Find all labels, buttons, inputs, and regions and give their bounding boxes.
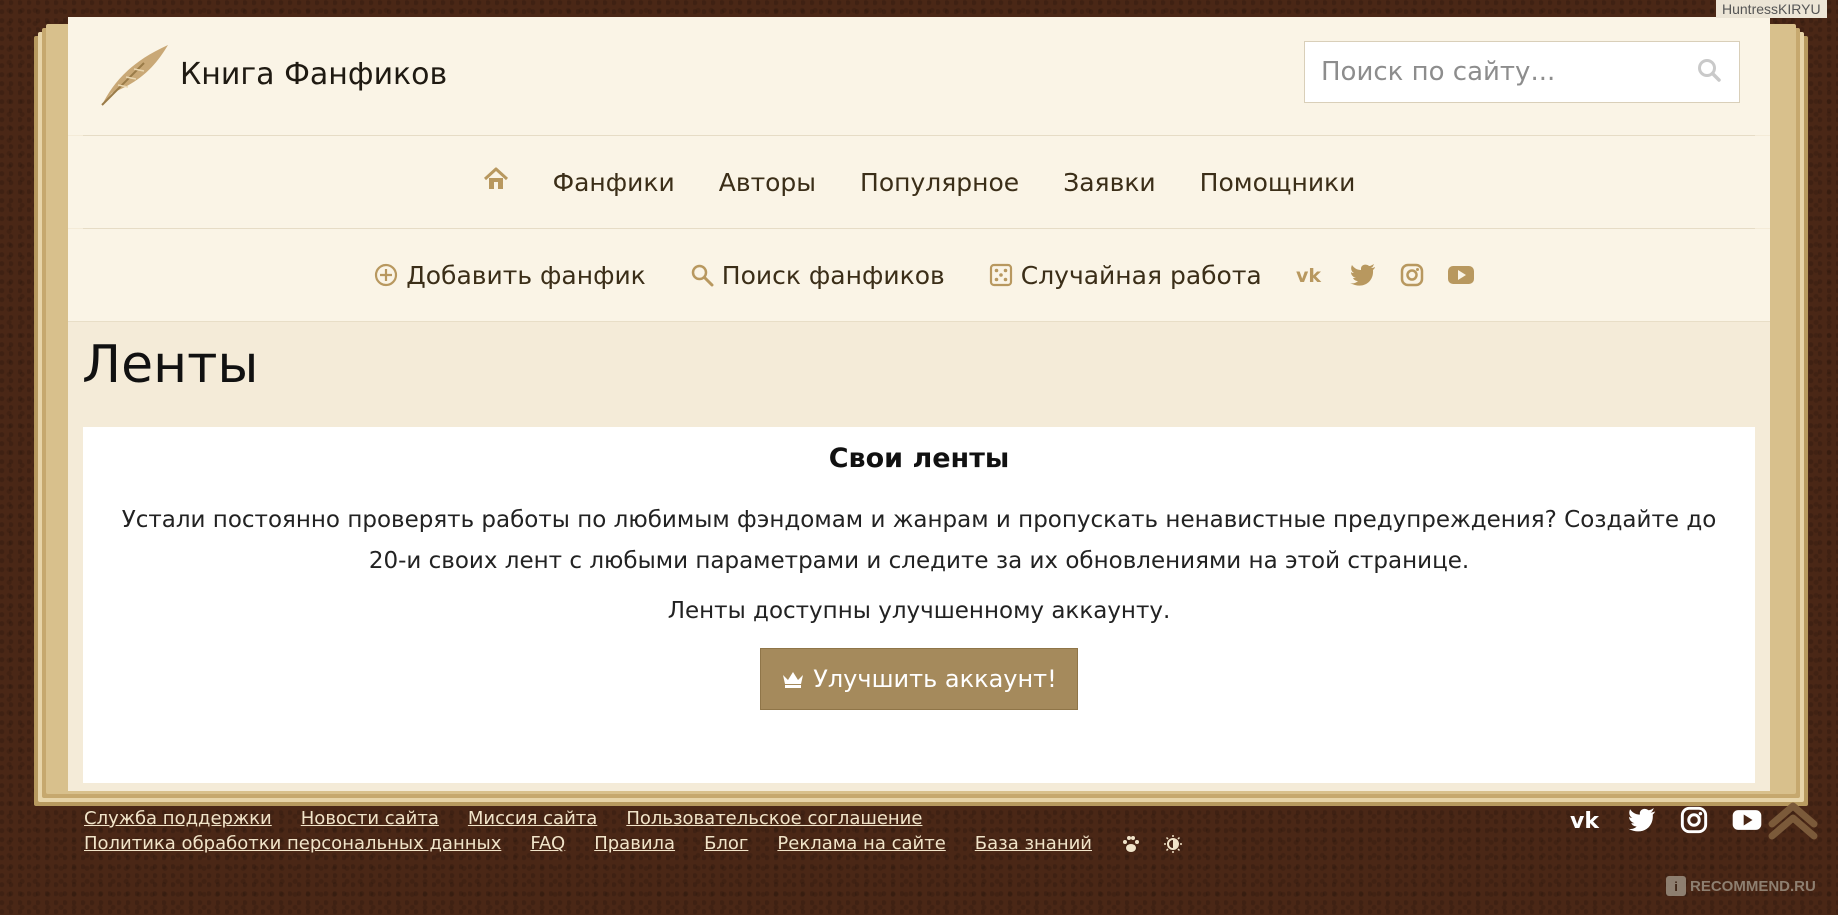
svg-text:vk: vk xyxy=(1570,809,1600,831)
nav-requests[interactable]: Заявки xyxy=(1063,168,1155,197)
upgrade-account-button[interactable]: Улучшить аккаунт! xyxy=(760,648,1078,710)
vk-icon[interactable]: vk xyxy=(1296,265,1326,285)
site-footer: Служба поддержки Новости сайта Миссия са… xyxy=(84,806,1784,856)
random-work-link[interactable]: Случайная работа xyxy=(989,261,1262,290)
secondary-nav: Добавить фанфик Поиск фанфиков Случайная… xyxy=(68,229,1770,322)
search-icon xyxy=(1696,57,1722,87)
random-work-label: Случайная работа xyxy=(1020,260,1262,290)
card-description: Устали постоянно проверять работы по люб… xyxy=(121,507,1717,574)
home-icon xyxy=(483,167,509,197)
add-fanfic-label: Добавить фанфик xyxy=(406,260,646,290)
site-header: Книга Фанфиков xyxy=(68,17,1770,135)
upgrade-account-label: Улучшить аккаунт! xyxy=(813,665,1057,693)
feeds-card: Свои ленты Устали постоянно проверять ра… xyxy=(83,427,1755,783)
plus-circle-icon xyxy=(374,263,398,287)
nav-helpers[interactable]: Помощники xyxy=(1200,168,1356,197)
chevron-up-icon xyxy=(1768,802,1818,844)
twitter-icon[interactable] xyxy=(1349,264,1376,286)
magnifier-icon xyxy=(690,263,714,287)
youtube-icon[interactable] xyxy=(1447,265,1474,285)
watermark-username: HuntressKIRYU xyxy=(1716,0,1827,18)
footer-link-faq[interactable]: FAQ xyxy=(530,833,565,854)
footer-link-ads[interactable]: Реклама на сайте xyxy=(777,833,945,854)
footer-link-rules[interactable]: Правила xyxy=(594,833,675,854)
svg-text:vk: vk xyxy=(1296,265,1321,285)
footer-link-support[interactable]: Служба поддержки xyxy=(84,808,272,829)
main-nav: Фанфики Авторы Популярное Заявки Помощни… xyxy=(68,136,1770,228)
site-name: Книга Фанфиков xyxy=(180,56,448,92)
footer-link-news[interactable]: Новости сайта xyxy=(301,808,439,829)
footer-links-row-2: Политика обработки персональных данных F… xyxy=(84,831,1784,856)
youtube-icon[interactable] xyxy=(1732,809,1762,831)
instagram-icon[interactable] xyxy=(1680,806,1708,834)
card-title: Свои ленты xyxy=(828,443,1010,474)
nav-fanfics[interactable]: Фанфики xyxy=(553,168,675,197)
twitter-icon[interactable] xyxy=(1628,808,1656,832)
page-title: Ленты xyxy=(82,335,259,395)
footer-link-knowledge-base[interactable]: База знаний xyxy=(975,833,1092,854)
scroll-to-top-button[interactable] xyxy=(1768,802,1818,844)
dice-icon xyxy=(989,263,1013,287)
nav-popular[interactable]: Популярное xyxy=(860,168,1019,197)
footer-link-mission[interactable]: Миссия сайта xyxy=(468,808,597,829)
footer-link-terms[interactable]: Пользовательское соглашение xyxy=(626,808,922,829)
site-logo[interactable]: Книга Фанфиков xyxy=(98,41,447,107)
nav-authors[interactable]: Авторы xyxy=(719,168,816,197)
search-button[interactable] xyxy=(1679,42,1739,102)
nav-home[interactable] xyxy=(483,167,509,197)
footer-link-privacy[interactable]: Политика обработки персональных данных xyxy=(84,833,501,854)
vk-icon[interactable]: vk xyxy=(1570,809,1604,831)
search-fanfics-label: Поиск фанфиков xyxy=(721,260,945,290)
add-fanfic-link[interactable]: Добавить фанфик xyxy=(374,261,646,290)
instagram-icon[interactable] xyxy=(1400,263,1424,287)
card-note: Ленты доступны улучшенному аккаунту. xyxy=(667,598,1171,624)
watermark-recommend: i RECOMMEND.RU xyxy=(1666,876,1816,896)
footer-social: vk xyxy=(1558,806,1774,834)
watermark-recommend-text: RECOMMEND.RU xyxy=(1690,877,1816,895)
theme-toggle-icon[interactable] xyxy=(1163,834,1183,854)
recommend-logo-icon: i xyxy=(1666,876,1686,896)
footer-links-row-1: Служба поддержки Новости сайта Миссия са… xyxy=(84,806,1784,831)
paw-icon[interactable] xyxy=(1121,835,1141,853)
quill-icon xyxy=(98,41,172,107)
page-sheet: Книга Фанфиков Фан xyxy=(68,17,1770,791)
search-input[interactable] xyxy=(1305,41,1679,103)
search-fanfics-link[interactable]: Поиск фанфиков xyxy=(690,261,945,290)
site-search xyxy=(1304,41,1740,103)
crown-icon xyxy=(781,669,805,689)
footer-link-blog[interactable]: Блог xyxy=(704,833,748,854)
